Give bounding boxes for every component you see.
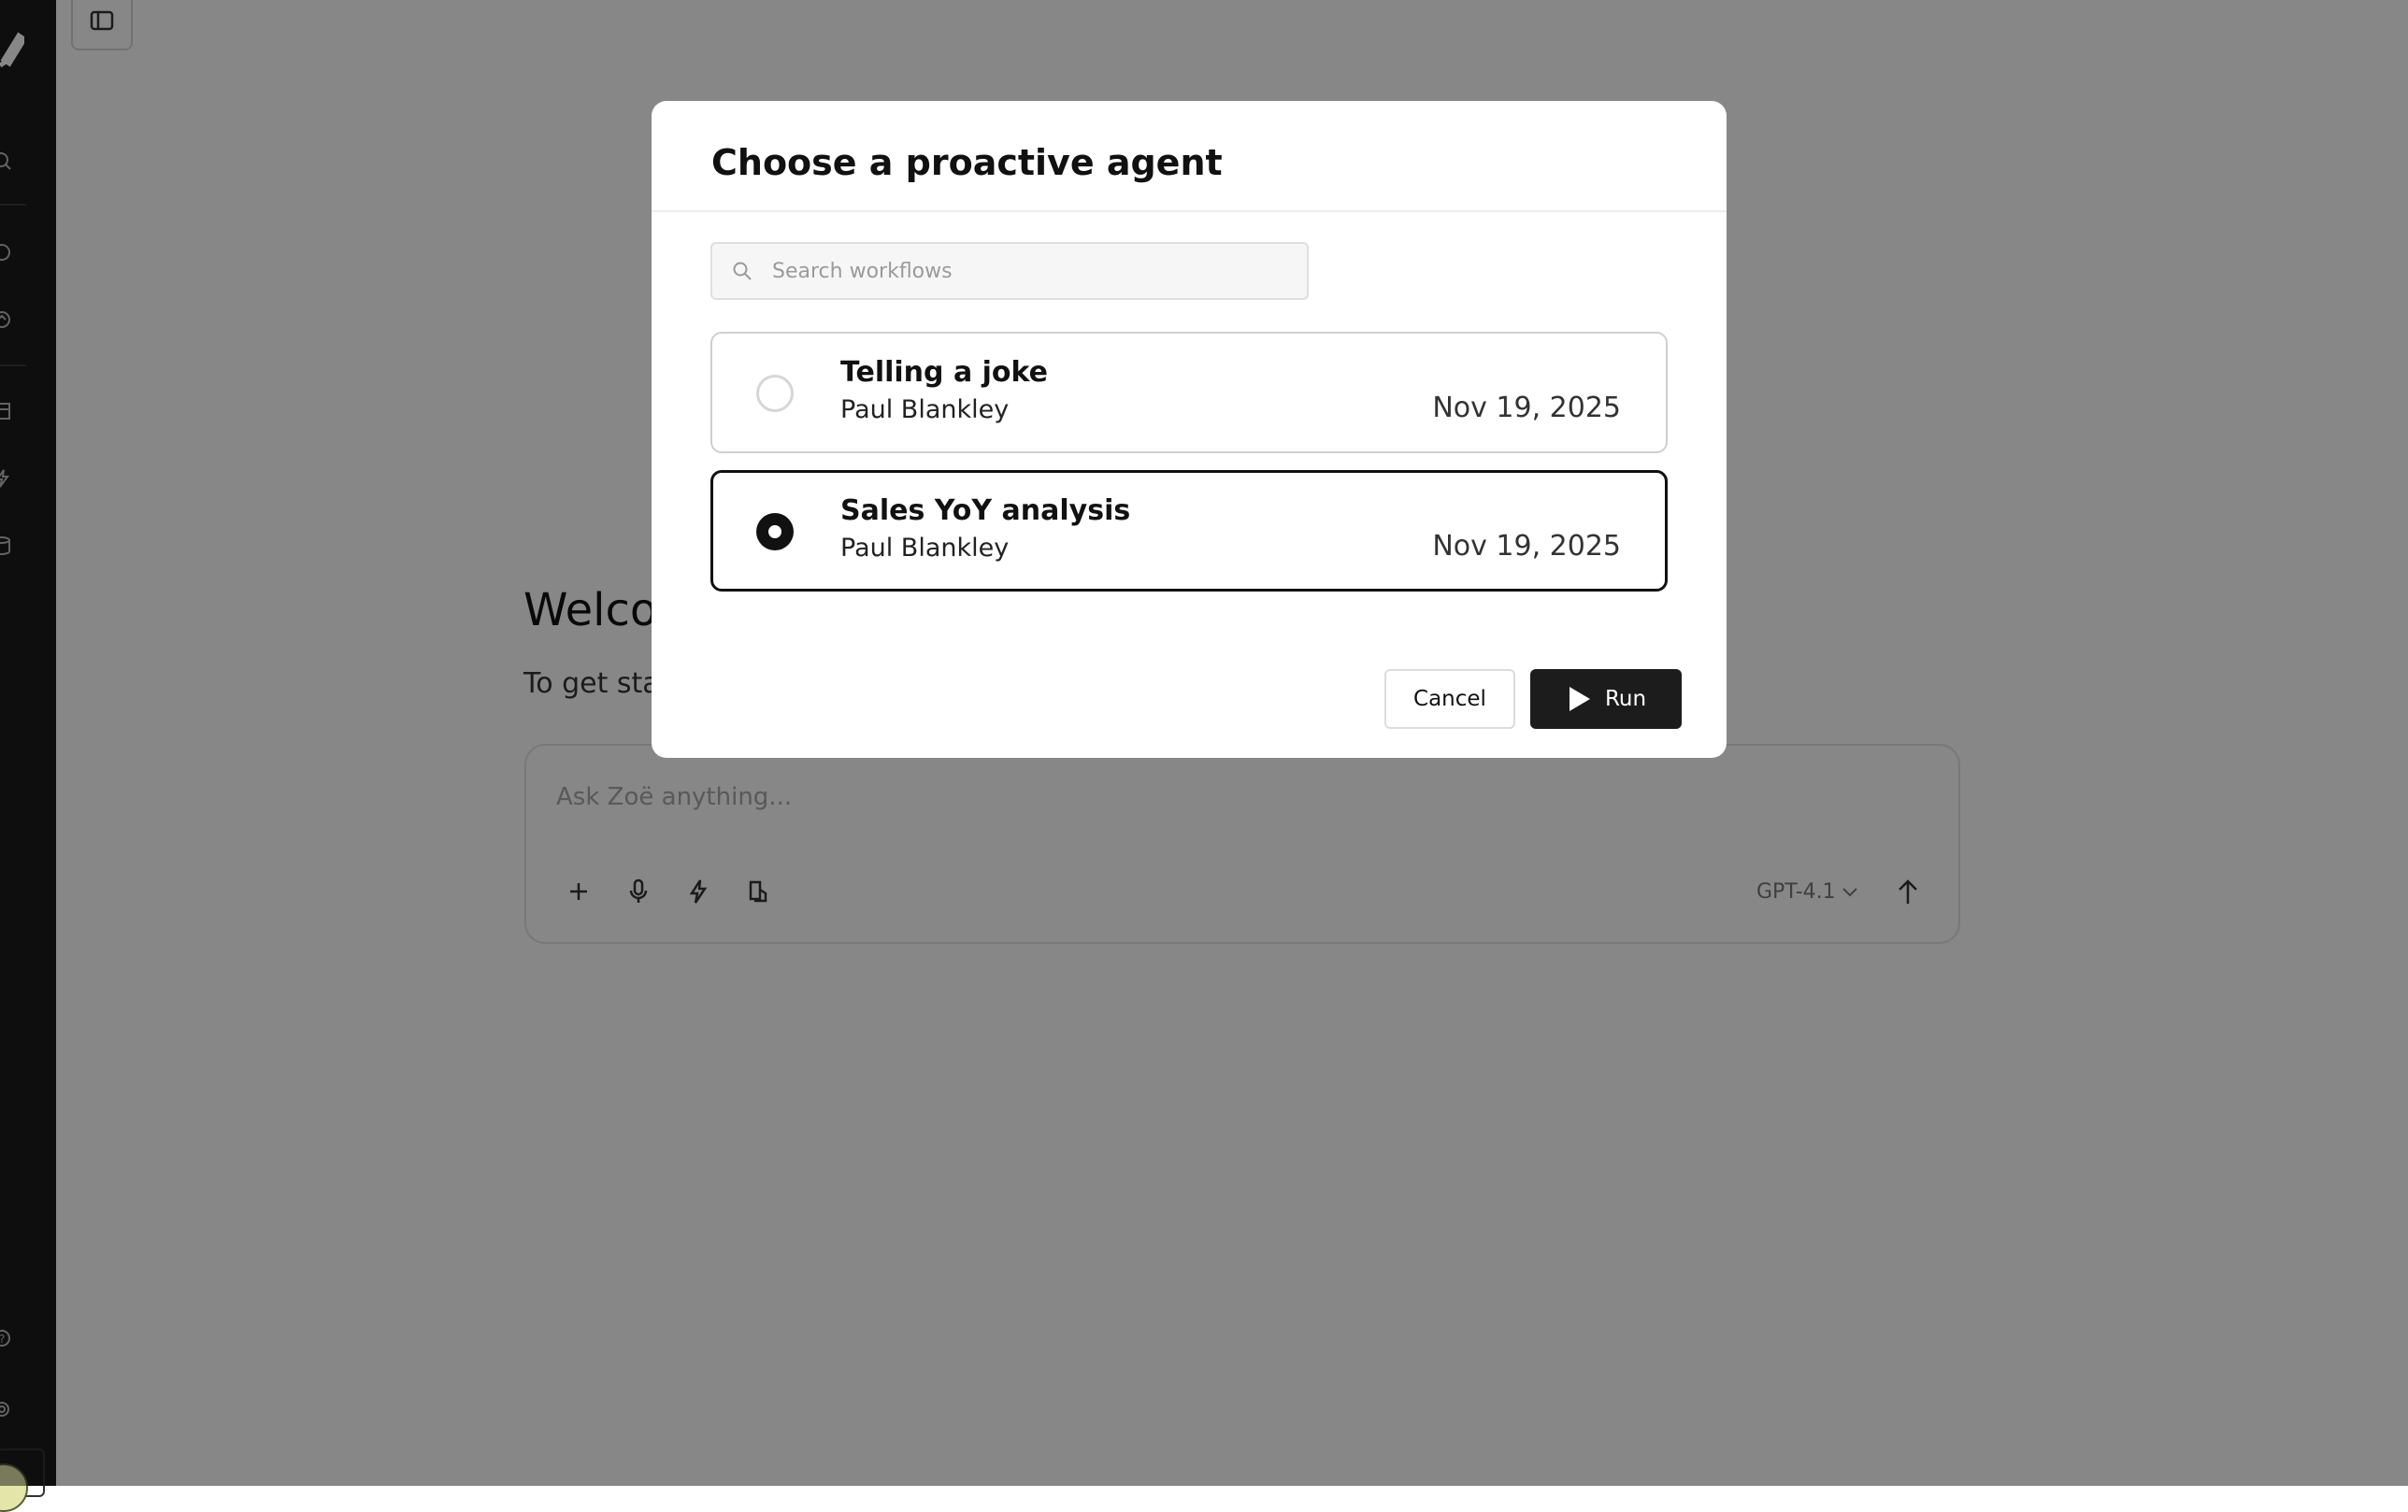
search-icon [733,262,752,280]
radio-button-checked[interactable] [756,513,794,550]
workflow-option-telling-a-joke[interactable]: Telling a joke Paul Blankley Nov 19, 202… [710,332,1668,453]
choose-agent-modal: Choose a proactive agent Telling a joke … [652,101,1727,758]
workflow-author: Paul Blankley [840,534,1010,563]
workflow-name: Sales YoY analysis [840,494,1131,527]
modal-title: Choose a proactive agent [711,142,1223,183]
workflow-date: Nov 19, 2025 [1432,530,1621,563]
workflow-author: Paul Blankley [840,395,1010,424]
modal-header: Choose a proactive agent [652,101,1727,212]
run-button-label: Run [1604,687,1647,711]
workflow-date: Nov 19, 2025 [1432,392,1621,424]
workflow-name: Telling a joke [840,356,1049,389]
radio-button[interactable] [756,375,794,412]
play-icon [1569,687,1590,711]
run-button[interactable]: Run [1530,669,1682,729]
search-workflows-input[interactable] [772,244,1296,298]
workflow-option-sales-yoy-analysis[interactable]: Sales YoY analysis Paul Blankley Nov 19,… [710,470,1668,592]
search-box[interactable] [710,242,1309,300]
cancel-button[interactable]: Cancel [1384,669,1515,729]
